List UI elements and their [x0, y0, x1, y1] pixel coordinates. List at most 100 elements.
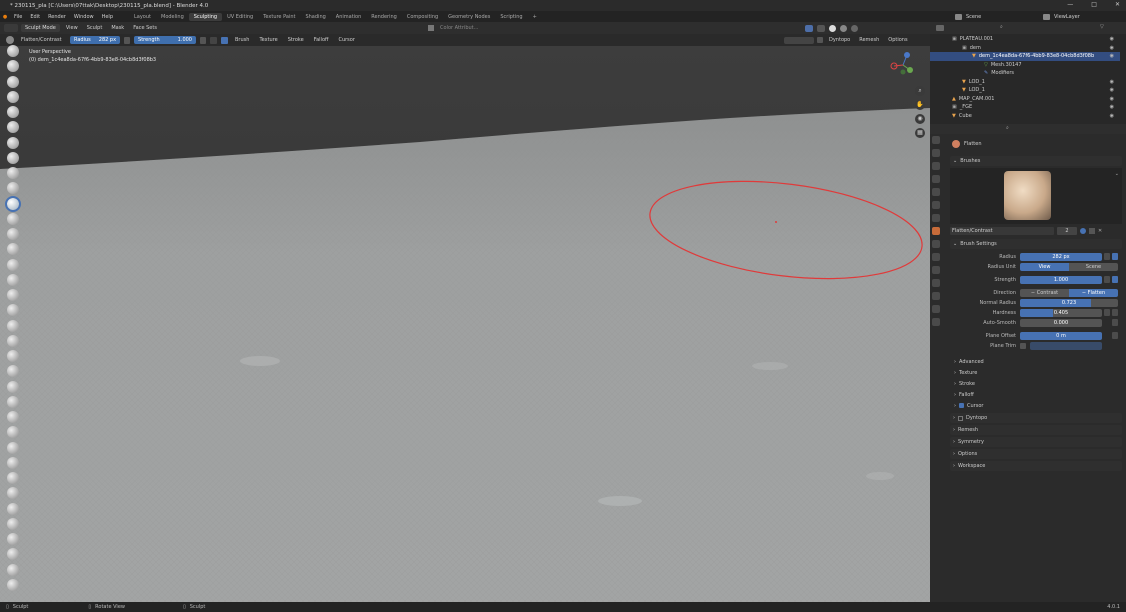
tab-sculpting[interactable]: Sculpting: [188, 12, 223, 21]
radius-unit-scene[interactable]: Scene: [1069, 263, 1118, 271]
unlink-brush-icon[interactable]: ✕: [1098, 228, 1102, 234]
options-dropdown[interactable]: Options: [885, 37, 910, 43]
fake-user-icon[interactable]: [1080, 227, 1086, 234]
multiplane-scrape-brush-icon[interactable]: [7, 243, 19, 256]
brush-settings-panel-header[interactable]: ⌄ Brush Settings: [950, 239, 1122, 249]
direction-flatten[interactable]: − Flatten: [1069, 289, 1118, 297]
editor-type-icon[interactable]: [4, 24, 18, 32]
tab-layout[interactable]: Layout: [129, 13, 156, 21]
strength-tablet-icon[interactable]: [1112, 276, 1118, 283]
tab-modeling[interactable]: Modeling: [156, 13, 189, 21]
thumb-brush-icon[interactable]: [7, 319, 19, 332]
menu-sculpt[interactable]: Sculpt: [84, 25, 106, 31]
eye-icon[interactable]: ◉: [1110, 45, 1114, 51]
strength-prop-field[interactable]: 1.000: [1020, 276, 1102, 284]
clay-brush-icon[interactable]: [7, 75, 19, 88]
pan-hand-icon[interactable]: ✋: [915, 100, 925, 110]
brush-list-expand-icon[interactable]: ⌄: [1115, 171, 1119, 177]
menu-edit[interactable]: Edit: [26, 14, 44, 20]
texture-dropdown[interactable]: Texture: [256, 37, 280, 43]
mask-brush-icon[interactable]: [7, 441, 19, 454]
pose-brush-icon[interactable]: [7, 334, 19, 347]
hardness-field[interactable]: 0.405: [1020, 309, 1102, 317]
menu-window[interactable]: Window: [70, 14, 98, 20]
outliner-row[interactable]: ▣ dem ◉: [930, 44, 1120, 53]
outliner-row[interactable]: ▼ dem_1c4ea8da-67f6-4bb9-83e8-04cb8d3f08b…: [930, 52, 1120, 61]
color-attribute-field[interactable]: Color Attribut...: [437, 25, 481, 31]
tab-animation[interactable]: Animation: [331, 13, 367, 21]
menu-help[interactable]: Help: [98, 14, 117, 20]
outliner-row[interactable]: ✎ Modifiers: [930, 69, 1120, 78]
dyntopo-checkbox[interactable]: [817, 37, 823, 43]
view-layer-tab-icon[interactable]: [932, 175, 940, 183]
close-button[interactable]: ✕: [1115, 1, 1120, 8]
object-tab-icon[interactable]: [932, 227, 940, 235]
brushes-panel-header[interactable]: ⌄ Brushes: [950, 156, 1122, 166]
tab-rendering[interactable]: Rendering: [366, 13, 402, 21]
tab-uv-editing[interactable]: UV Editing: [222, 13, 258, 21]
outliner-row[interactable]: ▲ MAP_CAM.001 ◉: [930, 95, 1120, 104]
eye-icon[interactable]: ◉: [1110, 79, 1114, 85]
tab-scripting[interactable]: Scripting: [495, 13, 527, 21]
outliner-row[interactable]: ▼ LOD_1 ◉: [930, 78, 1120, 87]
outliner-search-icon[interactable]: ⌕: [1000, 24, 1003, 30]
tab-compositing[interactable]: Compositing: [402, 13, 443, 21]
hardness-pressure-icon[interactable]: [1112, 309, 1118, 316]
minimize-button[interactable]: —: [1067, 1, 1073, 8]
paint-brush-icon[interactable]: [7, 487, 19, 500]
panel-remesh[interactable]: › Remesh: [950, 425, 1122, 435]
nudge-brush-icon[interactable]: [7, 350, 19, 362]
direction-plus-icon[interactable]: [221, 36, 228, 44]
fill-brush-icon[interactable]: [7, 212, 19, 225]
outliner-row[interactable]: ▣ PLATEAU.001 ◉: [930, 35, 1120, 44]
eye-icon[interactable]: ◉: [1110, 87, 1114, 93]
camera-view-icon[interactable]: ◉: [915, 114, 925, 124]
box-face-set-icon[interactable]: [7, 548, 19, 561]
brush-datablock-name[interactable]: Flatten/Contrast: [950, 226, 1054, 235]
dyntopo-panel-checkbox[interactable]: [958, 415, 963, 421]
subpanel-texture[interactable]: › Texture: [954, 368, 977, 377]
collection-tab-icon[interactable]: [932, 214, 940, 222]
zoom-icon[interactable]: ⌕: [915, 86, 925, 96]
ortho-grid-icon[interactable]: ▦: [915, 128, 925, 138]
cursor-checkbox[interactable]: [959, 403, 964, 408]
shading-material-icon[interactable]: [840, 24, 847, 32]
tab-texture-paint[interactable]: Texture Paint: [258, 13, 300, 21]
box-trim-icon[interactable]: [7, 563, 19, 576]
menu-render[interactable]: Render: [44, 14, 70, 20]
auto-smooth-field[interactable]: 0.000: [1020, 319, 1102, 327]
brush-thumbnail[interactable]: [1004, 171, 1051, 220]
filter-icon[interactable]: ▽: [1100, 24, 1104, 30]
eye-icon[interactable]: ◉: [1110, 53, 1114, 59]
brush-name[interactable]: Flatten/Contrast: [18, 37, 66, 43]
panel-symmetry[interactable]: › Symmetry: [950, 437, 1122, 447]
shading-rendered-icon[interactable]: [851, 24, 858, 32]
world-tab-icon[interactable]: [932, 201, 940, 209]
radius-tablet-icon[interactable]: [1112, 253, 1118, 260]
scene-selector[interactable]: Scene: [966, 14, 981, 20]
subpanel-advanced[interactable]: › Advanced: [954, 357, 984, 366]
plane-offset-field[interactable]: 0 m: [1020, 332, 1102, 340]
tool-tab-icon[interactable]: [932, 136, 940, 144]
plane-trim-checkbox[interactable]: [1020, 343, 1026, 349]
rotate-brush-icon[interactable]: [7, 365, 19, 378]
subpanel-falloff[interactable]: › Falloff: [954, 390, 974, 399]
material-tab-icon[interactable]: [932, 305, 940, 313]
cursor-dropdown[interactable]: Cursor: [335, 37, 357, 43]
smear-brush-icon[interactable]: [7, 502, 19, 515]
subpanel-cursor[interactable]: › Cursor: [954, 401, 983, 410]
panel-dyntopo[interactable]: › Dyntopo: [950, 413, 1122, 423]
navigation-gizmo[interactable]: [888, 50, 918, 80]
direction-contrast[interactable]: − Contrast: [1020, 289, 1069, 297]
3d-viewport[interactable]: [0, 46, 930, 602]
render-tab-icon[interactable]: [932, 149, 940, 157]
pressure-icon[interactable]: [124, 36, 131, 44]
direction-minus-icon[interactable]: [210, 36, 217, 44]
brush-dropdown[interactable]: Brush: [232, 37, 252, 43]
menu-view[interactable]: View: [63, 25, 81, 31]
radius-field[interactable]: Radius 282 px: [70, 36, 121, 44]
clay-strips-brush-icon[interactable]: [7, 90, 19, 103]
remesh-dropdown[interactable]: Remesh: [856, 37, 882, 43]
texture-tab-icon[interactable]: [932, 318, 940, 326]
draw-brush-icon[interactable]: [7, 45, 19, 57]
